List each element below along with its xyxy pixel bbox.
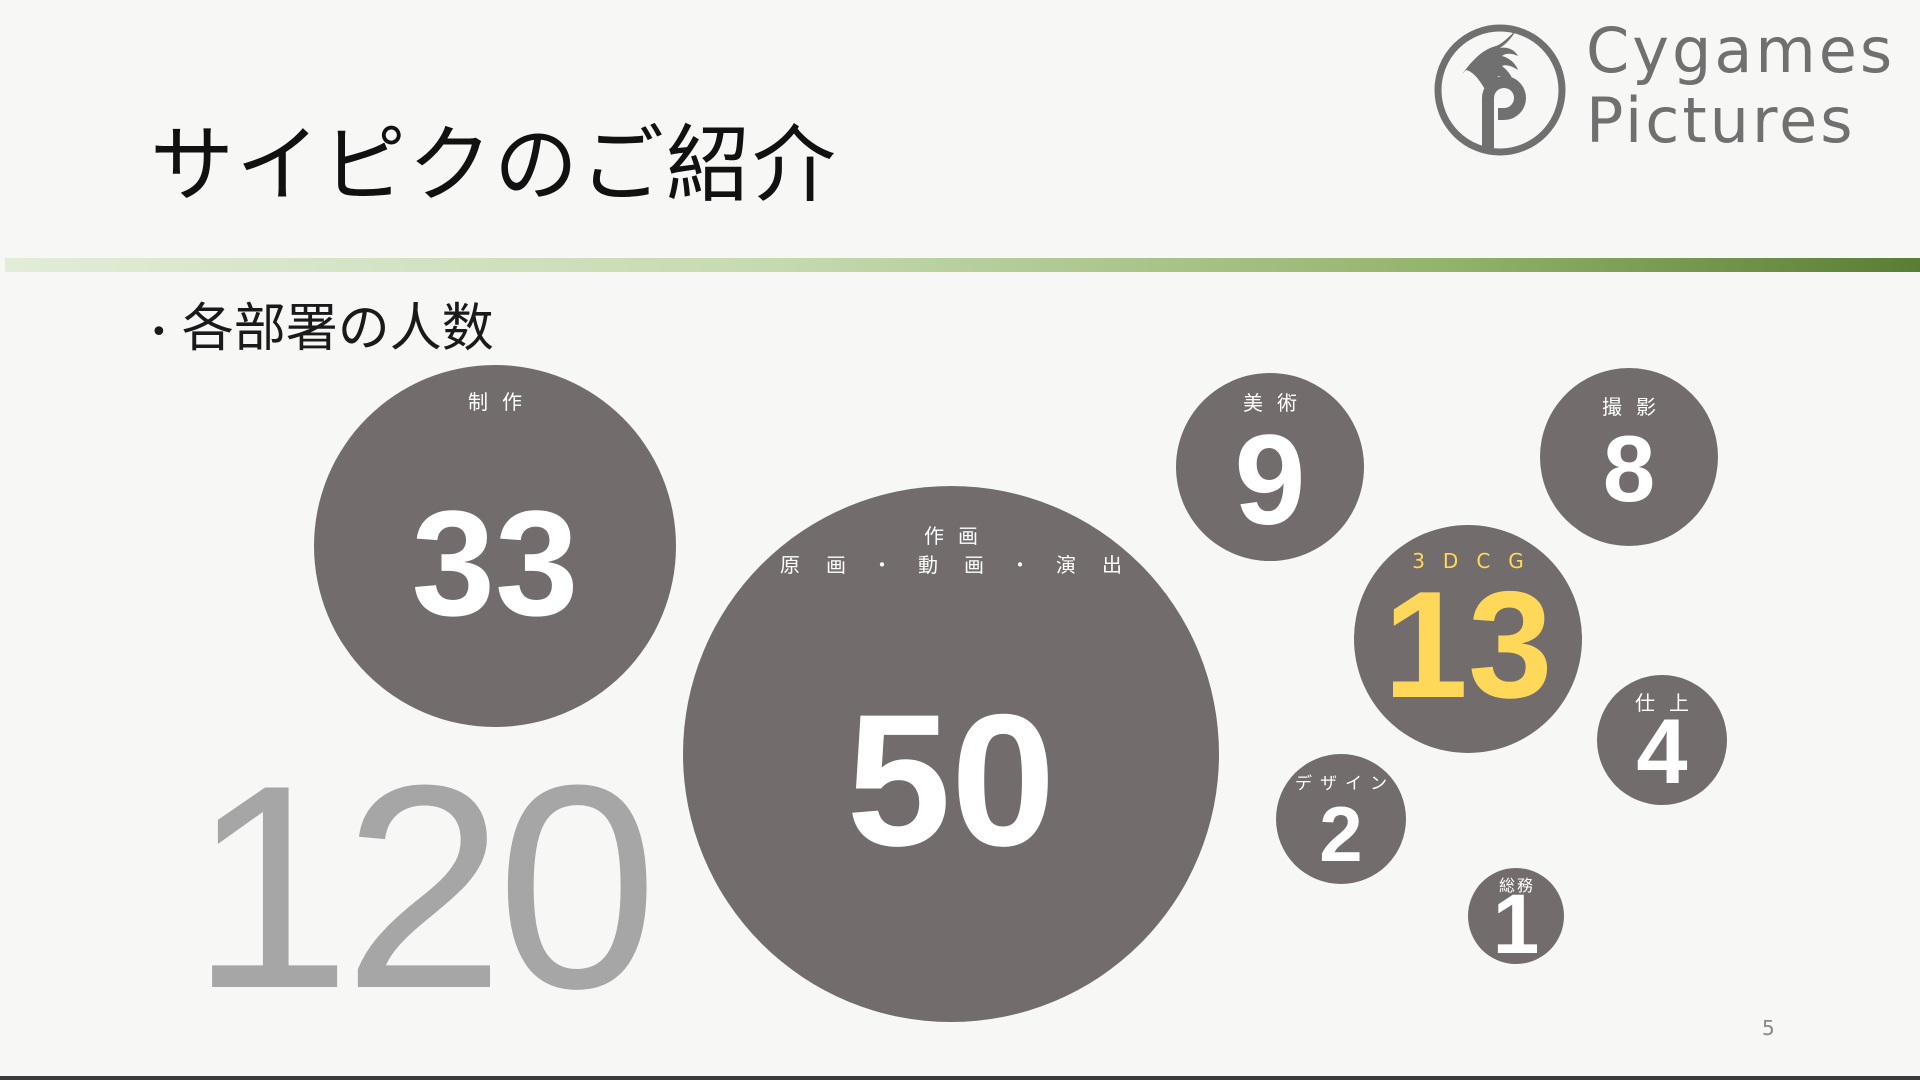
dept-count: 50: [846, 675, 1056, 885]
bottom-border: [0, 1076, 1920, 1080]
slide-title: サイピクのご紹介: [150, 116, 839, 214]
dept-count: 8: [1602, 416, 1656, 521]
dept-label: 制作: [468, 390, 536, 414]
dept-count: 1: [1492, 877, 1540, 971]
dept-count: 13: [1383, 560, 1553, 730]
page-number: 5: [1762, 1016, 1775, 1040]
dept-circle-bijutsu: 美術 9: [1176, 373, 1364, 561]
bullet-dot: •: [150, 314, 168, 350]
logo-line1: Cygames: [1586, 14, 1896, 87]
dept-circle-3dcg: 3DCG 13: [1354, 525, 1582, 753]
dept-count: 33: [411, 479, 579, 647]
dept-label: 作画: [924, 524, 992, 548]
cygames-pictures-logo: Cygames Pictures: [1430, 16, 1900, 161]
bullet-text: 各部署の人数: [181, 299, 494, 359]
dept-circle-sakuga: 作画 原画・動画・演出 50: [683, 486, 1219, 1022]
dept-circle-shiage: 仕上 4: [1597, 675, 1727, 805]
dept-circle-satsuei: 撮影 8: [1540, 368, 1718, 546]
logo-line2: Pictures: [1586, 84, 1856, 157]
dept-sublabel: 原画・動画・演出: [780, 553, 1148, 577]
dept-circle-seisaku: 制作 33: [314, 365, 676, 727]
dept-circle-design: デザイン 2: [1276, 754, 1406, 884]
bullet-item: • 各部署の人数: [150, 286, 494, 361]
title-divider: [5, 258, 1920, 272]
dept-count: 9: [1234, 409, 1306, 552]
dept-count: 4: [1636, 701, 1688, 803]
dept-count: 2: [1319, 790, 1363, 878]
total-count: 120: [190, 725, 658, 1049]
dragon-emblem-icon: [1434, 24, 1566, 156]
dept-circle-soumu: 総務 1: [1468, 868, 1564, 971]
